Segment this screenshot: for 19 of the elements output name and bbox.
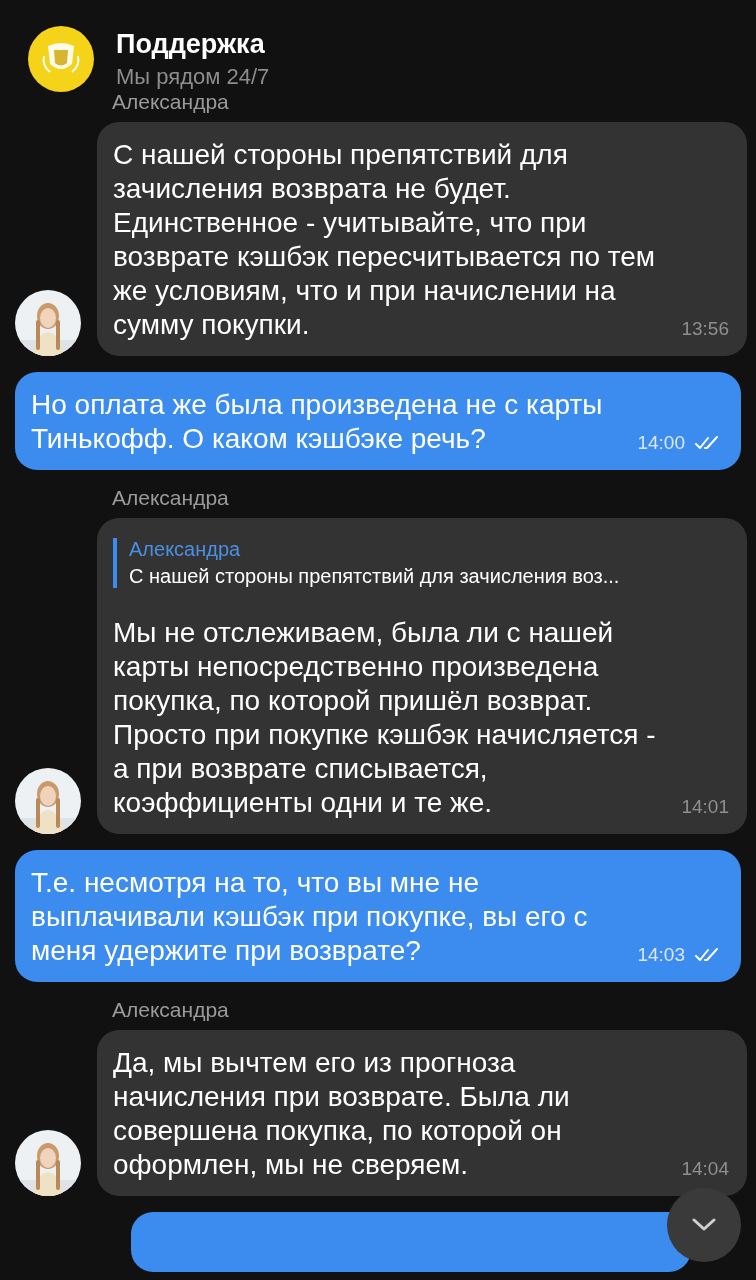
sender-name: Александра: [112, 90, 230, 114]
message-time: 13:56: [681, 318, 729, 340]
message-time: 14:00: [637, 432, 685, 454]
reply-author: Александра: [129, 538, 242, 561]
message-time: 14:01: [681, 796, 729, 818]
chat-subtitle: Мы рядом 24/7: [116, 63, 270, 90]
message-time: 14:04: [681, 1158, 729, 1180]
message-time: 14:03: [637, 944, 685, 966]
bank-logo-icon: [28, 26, 94, 92]
reply-snippet: С нашей стороны препятствий для зачисления воз...: [129, 565, 621, 588]
message-text: С нашей стороны препятствий для зачисления возврата не будет. Единственное - учитывайте, что при возврате кэшбэк пересчитывается по тем же условиям, что и при начислении на сумму покупки.: [113, 138, 657, 342]
chevron-down-icon: [692, 1218, 716, 1232]
chat-title: Поддержка: [116, 28, 266, 60]
message-text: Но оплата же была произведена не с карты Тинькофф. О каком кэшбэке речь?: [31, 388, 604, 456]
sender-name: Александра: [112, 486, 230, 510]
message-text: Т.е. несмотря на то, что вы мне не выплачивали кэшбэк при покупке, вы его с меня удержите при возврате?: [31, 866, 589, 968]
sender-name: Александра: [112, 998, 230, 1022]
message-text: Да, мы вычтем его из прогноза начисления при возврате. Была ли совершена покупка, по которой он оформлен, мы не сверяем.: [113, 1046, 571, 1182]
message-text: Мы не отслеживаем, была ли с нашей карты непосредственно произведена покупка, по которой пришёл возврат. Просто при покупке кэшбэк начисляется - а при возврате списывается, коэффициенты одни и те же.: [113, 616, 657, 820]
